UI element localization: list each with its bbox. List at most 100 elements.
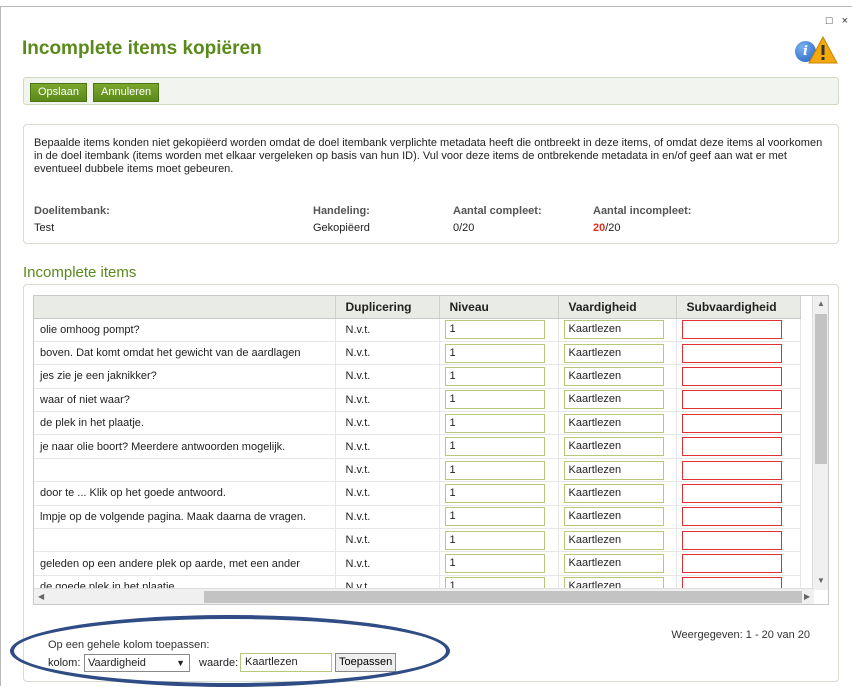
- niveau-input[interactable]: 1: [444, 554, 545, 574]
- vaardigheid-input[interactable]: Kaartlezen: [563, 390, 664, 410]
- column-header-vaardigheid[interactable]: Vaardigheid: [558, 296, 677, 319]
- vaardigheid-input[interactable]: Kaartlezen: [563, 483, 664, 503]
- table-row[interactable]: jes zie je een jaknikker? N.v.t. 1 Kaartlez…: [34, 364, 801, 389]
- warning-icon[interactable]: [808, 36, 838, 64]
- subvaardigheid-input[interactable]: [681, 413, 782, 433]
- subvaardigheid-input[interactable]: [681, 530, 782, 550]
- cancel-button[interactable]: Annuleren: [93, 83, 160, 102]
- vaardigheid-input[interactable]: Kaartlezen: [563, 366, 664, 386]
- column-select-value: Vaardigheid: [88, 657, 146, 669]
- table-row[interactable]: N.v.t. 1 Kaartlezen: [34, 458, 801, 483]
- close-icon[interactable]: ×: [842, 15, 848, 27]
- duplicering-cell: N.v.t.: [335, 411, 440, 436]
- apply-button[interactable]: Toepassen: [335, 653, 397, 672]
- action-label: Handeling:: [313, 205, 370, 217]
- item-text-cell: [34, 458, 336, 483]
- subvaardigheid-input[interactable]: [681, 507, 782, 527]
- scroll-right-icon[interactable]: ▶: [804, 592, 810, 601]
- complete-value: 0/20: [453, 222, 475, 234]
- maximize-icon[interactable]: □: [826, 15, 833, 27]
- vaardigheid-cell: Kaartlezen: [558, 458, 677, 483]
- item-text: door te ... Klik op het goede antwoord.: [40, 487, 226, 500]
- niveau-input[interactable]: 1: [444, 320, 545, 340]
- table-row[interactable]: waar of niet waar? N.v.t. 1 Kaartlezen: [34, 388, 801, 413]
- niveau-input[interactable]: 1: [444, 437, 545, 457]
- table-row[interactable]: boven. Dat komt omdat het gewicht van de…: [34, 341, 801, 366]
- vertical-scroll-thumb[interactable]: [815, 314, 827, 464]
- chevron-down-icon: ▼: [176, 658, 185, 668]
- subvaardigheid-input[interactable]: [681, 460, 782, 480]
- info-message: Bepaalde items konden niet gekopiëerd wo…: [34, 137, 823, 175]
- scroll-left-icon[interactable]: ◀: [38, 592, 44, 601]
- subvaardigheid-input[interactable]: [681, 320, 782, 340]
- vaardigheid-input[interactable]: Kaartlezen: [563, 507, 664, 527]
- table-row[interactable]: N.v.t. 1 Kaartlezen: [34, 528, 801, 553]
- duplicering-cell: N.v.t.: [335, 505, 440, 530]
- item-text-cell: boven. Dat komt omdat het gewicht van de…: [34, 341, 336, 366]
- item-text: de plek in het plaatje.: [40, 417, 144, 430]
- subvaardigheid-cell: [676, 341, 801, 366]
- scroll-down-icon[interactable]: ▼: [817, 576, 825, 585]
- niveau-input[interactable]: 1: [444, 413, 545, 433]
- table-row[interactable]: door te ... Klik op het goede antwoord. N…: [34, 481, 801, 506]
- niveau-input[interactable]: 1: [444, 483, 545, 503]
- niveau-cell: 1: [439, 388, 559, 413]
- vaardigheid-cell: Kaartlezen: [558, 364, 677, 389]
- duplicering-cell: N.v.t.: [335, 341, 440, 366]
- column-header-niveau[interactable]: Niveau: [439, 296, 559, 319]
- item-text: geleden op een andere plek op aarde, met…: [40, 557, 300, 570]
- item-text: olie omhoog pompt?: [40, 323, 140, 336]
- niveau-input[interactable]: 1: [444, 343, 545, 363]
- action-value: Gekopiëerd: [313, 222, 370, 234]
- vaardigheid-input[interactable]: Kaartlezen: [563, 437, 664, 457]
- value-input[interactable]: Kaartlezen: [240, 653, 332, 672]
- duplicering-cell: N.v.t.: [335, 364, 440, 389]
- vaardigheid-input[interactable]: Kaartlezen: [563, 530, 664, 550]
- vaardigheid-input[interactable]: Kaartlezen: [563, 460, 664, 480]
- subvaardigheid-input[interactable]: [681, 437, 782, 457]
- column-header-subvaardigheid[interactable]: Subvaardigheid: [676, 296, 801, 319]
- duplicering-cell: N.v.t.: [335, 458, 440, 483]
- horizontal-scrollbar[interactable]: ◀ ▶: [34, 588, 814, 604]
- vaardigheid-cell: Kaartlezen: [558, 434, 677, 459]
- column-select[interactable]: Vaardigheid ▼: [84, 654, 190, 672]
- column-header-text[interactable]: [34, 296, 336, 319]
- subvaardigheid-cell: [676, 551, 801, 576]
- column-header-duplicering[interactable]: Duplicering: [335, 296, 440, 319]
- table-row[interactable]: olie omhoog pompt? N.v.t. 1 Kaartlezen: [34, 318, 801, 342]
- incomplete-total: /20: [605, 222, 621, 234]
- apply-column-label: Op een gehele kolom toepassen:: [48, 639, 210, 651]
- horizontal-scroll-thumb[interactable]: [204, 591, 802, 603]
- vaardigheid-input[interactable]: Kaartlezen: [563, 413, 664, 433]
- vaardigheid-input[interactable]: Kaartlezen: [563, 554, 664, 574]
- subvaardigheid-cell: [676, 364, 801, 389]
- table-row[interactable]: je naar olie boort? Meerdere antwoorden …: [34, 434, 801, 459]
- subvaardigheid-cell: [676, 318, 801, 342]
- niveau-cell: 1: [439, 505, 559, 530]
- vertical-scrollbar[interactable]: ▲ ▼: [812, 296, 828, 590]
- item-text-cell: waar of niet waar?: [34, 388, 336, 413]
- subvaardigheid-input[interactable]: [681, 366, 782, 386]
- subvaardigheid-input[interactable]: [681, 483, 782, 503]
- item-text: [34, 534, 40, 546]
- duplicering-cell: N.v.t.: [335, 388, 440, 413]
- table-row[interactable]: lmpje op de volgende pagina. Maak daarna…: [34, 505, 801, 530]
- table-row[interactable]: geleden op een andere plek op aarde, met…: [34, 551, 801, 576]
- niveau-cell: 1: [439, 528, 559, 553]
- subvaardigheid-input[interactable]: [681, 554, 782, 574]
- item-text-cell: [34, 528, 336, 553]
- scroll-up-icon[interactable]: ▲: [817, 299, 825, 308]
- subvaardigheid-input[interactable]: [681, 343, 782, 363]
- niveau-input[interactable]: 1: [444, 530, 545, 550]
- niveau-input[interactable]: 1: [444, 366, 545, 386]
- table-row[interactable]: de plek in het plaatje. N.v.t. 1 Kaartlezen: [34, 411, 801, 436]
- save-button[interactable]: Opslaan: [30, 83, 87, 102]
- vaardigheid-input[interactable]: Kaartlezen: [563, 320, 664, 340]
- niveau-input[interactable]: 1: [444, 507, 545, 527]
- vaardigheid-cell: Kaartlezen: [558, 318, 677, 342]
- subvaardigheid-input[interactable]: [681, 390, 782, 410]
- vaardigheid-input[interactable]: Kaartlezen: [563, 343, 664, 363]
- niveau-input[interactable]: 1: [444, 390, 545, 410]
- niveau-input[interactable]: 1: [444, 460, 545, 480]
- item-text-cell: geleden op een andere plek op aarde, met…: [34, 551, 336, 576]
